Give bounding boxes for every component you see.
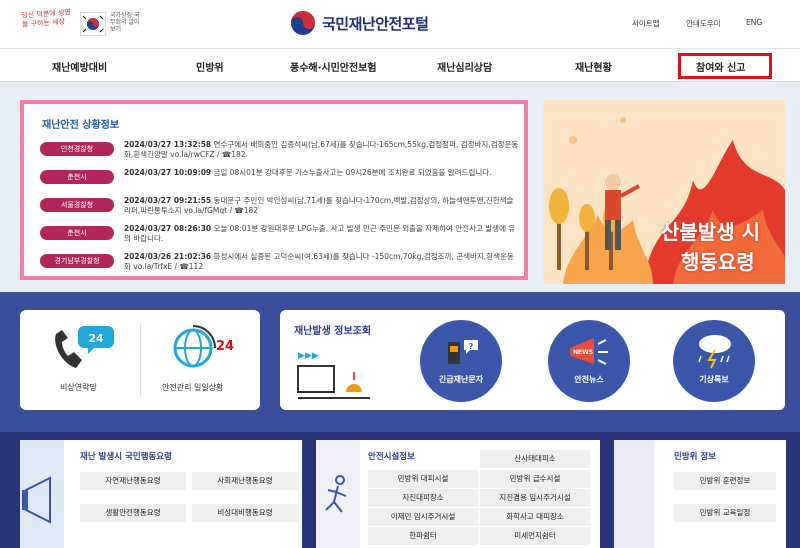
- safety-facility-title: 안전시설정보: [368, 452, 415, 462]
- megaphone-news-icon: NEWS: [570, 338, 608, 365]
- emergency-sms-button[interactable]: ? 긴급재난문자: [420, 320, 502, 402]
- emergency-contact-item[interactable]: 24: [48, 324, 118, 378]
- victim-temp-housing-link[interactable]: 이재민 임시주거시설: [368, 508, 478, 526]
- alert-source-badge: 경기남부경찰청: [40, 254, 114, 268]
- safety-facility-box: 안전시설정보 산사태대피소 민방위 대피시설 민방위 급수시설 지진대피장소 지…: [316, 440, 600, 548]
- disaster-info-card: 재난발생 정보조회 ▶▶▶ ? 긴급재난문자 NEWS 안전뉴스 기상특보: [280, 310, 785, 410]
- site-logo[interactable]: 국민재난안전포털: [290, 10, 429, 36]
- alert-source-badge: 춘천시: [40, 170, 114, 184]
- alert-source-badge: 춘천시: [40, 226, 114, 240]
- nav-insurance[interactable]: 풍수해·시민안전보험: [290, 59, 377, 74]
- landslide-shelter-link[interactable]: 산사태대피소: [480, 450, 590, 468]
- civil-defense-side-panel: [614, 440, 654, 548]
- highlight-box: [678, 53, 772, 79]
- gov-symbol-link[interactable]: 국가상징 국무회의 알아보기: [110, 12, 140, 33]
- quick-links-card: 24 비상연락망 24 안전관리 일일상황: [20, 310, 260, 410]
- svg-text:▶▶▶: ▶▶▶: [298, 351, 319, 361]
- alert-text: 2024/03/27 09:21:55 동대문구 주민인 박인성씨(남,71세)…: [124, 196, 514, 215]
- globe-24-icon: 24: [173, 325, 234, 368]
- civil-water-link[interactable]: 민방위 급수시설: [480, 470, 590, 488]
- svg-text:24: 24: [88, 332, 104, 345]
- logo-emblem-icon: [291, 11, 315, 35]
- guide-helper-link[interactable]: 안내도우미: [686, 18, 721, 29]
- alert-row[interactable]: 경기남부경찰청 2024/03/26 21:02:36 화성시에서 실종된 고덕…: [40, 252, 520, 282]
- cold-shelter-link[interactable]: 한파쉼터: [368, 527, 478, 545]
- english-link[interactable]: ENG: [746, 18, 762, 27]
- chemical-evacuation-link[interactable]: 화학사고 대피장소: [480, 508, 590, 526]
- nav-disaster-status[interactable]: 재난현황: [575, 59, 612, 74]
- action-guide-title: 재난 발생시 국민행동요령: [80, 452, 172, 462]
- svg-text:NEWS: NEWS: [573, 349, 593, 356]
- site-header: 당신 덕분에 생명을 구하는 세상 국가상징 국무회의 알아보기 국민재난안전포…: [0, 0, 800, 48]
- civil-defense-training-link[interactable]: 민방위 훈련정보: [674, 472, 776, 490]
- civil-defense-title: 민방위 정보: [674, 452, 717, 462]
- civil-defense-education-link[interactable]: 민방위 교육일정: [674, 504, 776, 522]
- walkie-talkie-icon: ?: [448, 340, 478, 364]
- earthquake-temp-housing-link[interactable]: 지진겸용 임시주거시설: [480, 489, 590, 507]
- status-panel: 재난안전 상황정보 인천경찰청 2024/03/27 13:32:58 연수구에…: [20, 100, 528, 280]
- status-title: 재난안전 상황정보: [42, 120, 120, 131]
- main-nav: 재난예방대비 민방위 풍수해·시민안전보험 재난심리상담 재난현황 참여와 신고: [0, 48, 800, 82]
- alert-text: 2024/03/27 08:26:30 오늘 08:01분 강원대후문 LPG누…: [124, 224, 516, 243]
- nav-disaster-prevention[interactable]: 재난예방대비: [52, 59, 107, 74]
- action-guide-box: 재난 발생시 국민행동요령 자연재난행동요령 사회재난행동요령 생활안전행동요령…: [20, 440, 302, 548]
- logo-text: 국민재난안전포털: [322, 14, 429, 33]
- alert-row[interactable]: 인천경찰청 2024/03/27 13:32:58 연수구에서 배회중인 김종석…: [40, 140, 520, 170]
- alert-row[interactable]: 서울경찰청 2024/03/27 09:21:55 동대문구 주민인 박인성씨(…: [40, 196, 520, 226]
- phone-24-icon: 24: [55, 326, 114, 368]
- svg-text:24: 24: [216, 339, 234, 354]
- fine-dust-shelter-link[interactable]: 미세먼지쉼터: [480, 527, 590, 545]
- national-flag-icon[interactable]: [80, 12, 106, 36]
- alert-row[interactable]: 춘천시 2024/03/27 10:09:09 금일 08시01분 강대후문 가…: [40, 168, 520, 198]
- alert-text: 2024/03/27 10:09:09 금일 08시01분 강대후문 가스누출사…: [124, 168, 492, 177]
- info-title: 재난발생 정보조회: [294, 326, 372, 337]
- banner-subtitle: 행동요령: [681, 250, 755, 274]
- alert-source-badge: 서울경찰청: [40, 198, 114, 212]
- safety-news-label: 안전뉴스: [574, 375, 604, 384]
- slogan-logo[interactable]: 당신 덕분에 생명을 구하는 세상: [21, 8, 73, 39]
- emergency-sms-label: 긴급재난문자: [438, 375, 484, 384]
- wildfire-banner[interactable]: 산불발생 시 행동요령: [543, 100, 785, 284]
- alert-monitor-icon: ▶▶▶: [297, 351, 370, 399]
- sitemap-link[interactable]: 사이트맵: [632, 18, 660, 29]
- weather-alert-button[interactable]: 기상특보: [673, 320, 755, 402]
- emergency-contact-label[interactable]: 비상연락망: [60, 382, 97, 393]
- weather-alert-label: 기상특보: [699, 375, 729, 384]
- nav-civil-defense[interactable]: 민방위: [196, 59, 224, 74]
- safety-daily-item[interactable]: 24: [165, 320, 245, 380]
- earthquake-evacuation-link[interactable]: 지진대피장소: [368, 489, 478, 507]
- alert-text: 2024/03/26 21:02:36 화성시에서 실종된 고덕순씨(여,63세…: [124, 252, 514, 271]
- running-person-icon: [316, 440, 360, 548]
- civil-shelter-link[interactable]: 민방위 대피시설: [368, 470, 478, 488]
- megaphone-icon: [20, 440, 64, 548]
- natural-disaster-guide-link[interactable]: 자연재난행동요령: [80, 472, 186, 490]
- alert-row[interactable]: 춘천시 2024/03/27 08:26:30 오늘 08:01분 강원대후문 …: [40, 224, 520, 254]
- social-disaster-guide-link[interactable]: 사회재난행동요령: [192, 472, 298, 490]
- safety-news-button[interactable]: NEWS 안전뉴스: [548, 320, 630, 402]
- storm-cloud-icon: [698, 335, 731, 369]
- svg-text:?: ?: [469, 342, 474, 351]
- alert-source-badge: 인천경찰청: [40, 142, 114, 156]
- alert-text: 2024/03/27 13:32:58 연수구에서 배회중인 김종석씨(남,67…: [124, 140, 519, 159]
- banner-title: 산불발생 시: [661, 220, 760, 244]
- daily-safety-guide-link[interactable]: 생활안전행동요령: [80, 504, 186, 522]
- nav-psych-counseling[interactable]: 재난심리상담: [437, 59, 492, 74]
- civil-defense-box: 민방위 정보 민방위 훈련정보 민방위 교육일정: [614, 440, 786, 548]
- emergency-preparedness-guide-link[interactable]: 비상대비행동요령: [192, 504, 298, 522]
- safety-daily-label[interactable]: 안전관리 일일상황: [162, 382, 223, 393]
